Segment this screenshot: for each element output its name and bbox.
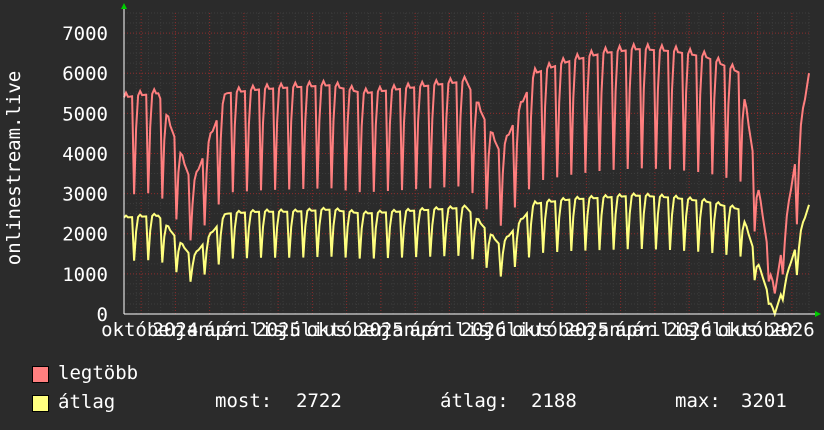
y-tick-label: 3000 <box>62 184 108 206</box>
y-tick-label: 4000 <box>62 143 108 165</box>
x-tick-label: 2026 <box>769 319 815 340</box>
stat-avg-value: 2188 <box>531 390 577 412</box>
legend-swatch-max <box>32 366 49 383</box>
y-axis-arrow <box>121 3 127 9</box>
stat-now-value: 2722 <box>296 390 342 412</box>
legend-swatch-avg <box>32 395 49 412</box>
y-axis-ticks: 01000200030004000500060007000 <box>62 23 108 326</box>
y-tick-label: 1000 <box>62 264 108 286</box>
y-tick-label: 7000 <box>62 23 108 45</box>
chart: 01000200030004000500060007000 október202… <box>3 3 821 340</box>
stat-max-value: 3201 <box>741 390 787 412</box>
y-tick-label: 6000 <box>62 63 108 85</box>
stat-now-label: most: <box>215 390 273 412</box>
y-axis-label: onlinestream.live <box>3 71 25 265</box>
stat-max-label: max: <box>675 390 721 412</box>
x-axis-arrow <box>815 311 821 317</box>
stat-avg-label: átlag: <box>440 390 509 412</box>
y-tick-label: 5000 <box>62 103 108 125</box>
legend-label-avg: átlag <box>58 391 116 413</box>
legend-label-max: legtöbb <box>58 362 139 384</box>
x-axis-ticks: október2024januáráprilis2025júliusoktóbe… <box>101 319 815 340</box>
y-tick-label: 2000 <box>62 224 108 246</box>
